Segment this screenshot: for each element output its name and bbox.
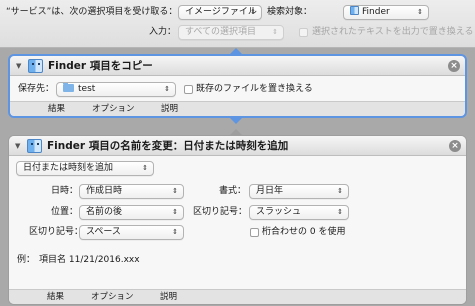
replace-text-label: 選択されたテキストを出力で置き換える: [312, 27, 474, 37]
action-body: 日付または時刻を追加 ⇕ 日時： 作成日時 ⇕ 書式： 月日年 ⇕ 位置： 名前…: [9, 156, 466, 290]
separator2-label: 区切り記号：: [29, 227, 84, 237]
position-label: 位置：: [51, 207, 79, 217]
tab-results[interactable]: 結果: [48, 102, 65, 116]
format-popup[interactable]: 月日年 ⇕: [249, 184, 349, 199]
tab-options[interactable]: オプション: [91, 290, 134, 304]
disclosure-triangle-icon[interactable]: ▼: [15, 136, 20, 156]
separator2-popup[interactable]: スペース ⇕: [79, 225, 184, 240]
popup-arrows-icon: ⇕: [164, 85, 170, 93]
popup-arrows-icon: ⇕: [172, 187, 178, 195]
action-copy-finder-items: ▼ Finder 項目をコピー × 保存先： test ⇕ 既存のファイルを置き…: [8, 54, 467, 118]
popup-arrows-icon: ⇕: [250, 8, 256, 16]
popup-arrows-icon: ⇕: [172, 208, 178, 216]
action-title: Finder 項目の名前を変更：日付または時刻を追加: [47, 140, 289, 152]
search-label: 検索対象：: [267, 7, 313, 17]
finder-mini-icon: [350, 6, 359, 15]
action-header: ▼ Finder 項目をコピー ×: [10, 56, 465, 76]
input-value: すべての選択項目: [185, 27, 257, 37]
separator-popup[interactable]: スラッシュ ⇕: [249, 205, 349, 220]
popup-arrows-icon: ⇕: [417, 8, 423, 16]
popup-arrows-icon: ⇕: [172, 228, 178, 236]
input-popup[interactable]: すべての選択項目 ⇕: [178, 25, 284, 40]
finder-icon: [28, 59, 43, 73]
action-title: Finder 項目をコピー: [48, 60, 153, 72]
zero-pad-checkbox[interactable]: [250, 228, 259, 237]
tab-description[interactable]: 説明: [160, 290, 177, 304]
close-icon[interactable]: ×: [449, 140, 461, 152]
tab-options[interactable]: オプション: [92, 102, 135, 116]
search-popup[interactable]: Finder ⇕: [343, 5, 429, 20]
popup-arrows-icon: ⇕: [337, 187, 343, 195]
popup-arrows-icon: ⇕: [142, 164, 148, 172]
receives-label: “サービス”は、次の選択項目を受け取る：: [6, 7, 178, 17]
disclosure-triangle-icon[interactable]: ▼: [16, 56, 21, 76]
popup-arrows-icon: ⇕: [337, 208, 343, 216]
separator-label: 区切り記号：: [193, 207, 248, 217]
tab-description[interactable]: 説明: [161, 102, 178, 116]
example-label: 例：: [17, 255, 36, 265]
replace-existing-checkbox[interactable]: [184, 85, 193, 94]
replace-existing-label: 既存のファイルを置き換える: [196, 84, 313, 94]
action-rename-finder-items: ▼ Finder 項目の名前を変更：日付または時刻を追加 × 日付または時刻を追…: [8, 135, 467, 305]
receives-value: イメージファイル: [185, 7, 257, 17]
position-value: 名前の後: [86, 207, 123, 217]
rename-mode-value: 日付または時刻を追加: [23, 163, 114, 173]
tab-results[interactable]: 結果: [47, 290, 64, 304]
date-time-value: 作成日時: [86, 186, 123, 196]
action-body: 保存先： test ⇕ 既存のファイルを置き換える: [10, 76, 465, 102]
format-label: 書式：: [219, 186, 247, 196]
replace-text-checkbox[interactable]: [299, 28, 308, 37]
position-popup[interactable]: 名前の後 ⇕: [79, 205, 184, 220]
zero-pad-label: 桁合わせの 0 を使用: [262, 227, 346, 237]
action-footer: 結果 オプション 説明: [9, 289, 466, 304]
search-value: Finder: [362, 7, 390, 17]
workflow-header: “サービス”は、次の選択項目を受け取る： イメージファイル ⇕ 検索対象： Fi…: [0, 0, 475, 48]
separator2-value: スペース: [86, 227, 121, 237]
example-value: 項目名 11/21/2016.xxx: [39, 255, 140, 265]
save-to-popup[interactable]: test ⇕: [56, 82, 176, 97]
date-time-label: 日時：: [51, 186, 79, 196]
separator-value: スラッシュ: [256, 207, 302, 217]
action-header: ▼ Finder 項目の名前を変更：日付または時刻を追加 ×: [9, 136, 466, 156]
input-label: 入力：: [149, 27, 177, 37]
receives-popup[interactable]: イメージファイル ⇕: [178, 5, 262, 20]
date-time-popup[interactable]: 作成日時 ⇕: [79, 184, 184, 199]
format-value: 月日年: [256, 186, 284, 196]
connector-notch: [230, 118, 242, 124]
rename-mode-popup[interactable]: 日付または時刻を追加 ⇕: [16, 161, 154, 176]
save-to-label: 保存先：: [18, 84, 55, 94]
folder-icon: [63, 83, 74, 92]
close-icon[interactable]: ×: [448, 60, 460, 72]
finder-icon: [27, 139, 42, 153]
save-to-value: test: [78, 84, 96, 94]
action-footer: 結果 オプション 説明: [10, 101, 465, 116]
popup-arrows-icon: ⇕: [272, 28, 278, 36]
